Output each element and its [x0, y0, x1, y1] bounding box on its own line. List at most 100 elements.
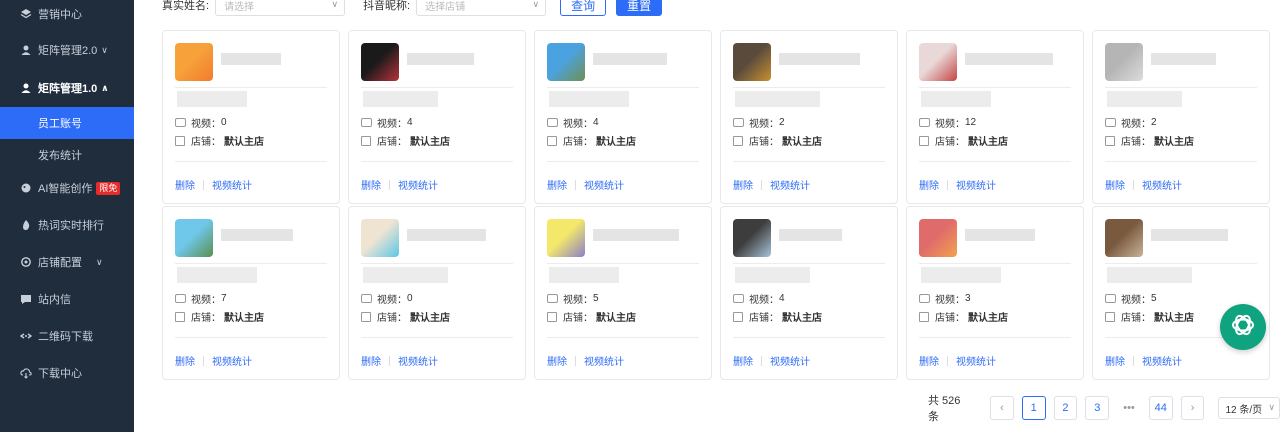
- account-card: 视频： 7 店铺： 默认主店 删除 视频统计: [162, 206, 340, 380]
- sidebar-item-matrix-2[interactable]: 矩阵管理2.0 ∨: [0, 32, 134, 68]
- shop-label: 店铺：: [1121, 313, 1151, 324]
- video-label: 视频：: [1121, 119, 1151, 130]
- video-count: 0: [221, 117, 227, 128]
- video-stats-link[interactable]: 视频统计: [212, 353, 252, 368]
- delete-link[interactable]: 删除: [919, 177, 939, 192]
- card-actions: 删除 视频统计: [175, 353, 252, 368]
- delete-link[interactable]: 删除: [919, 353, 939, 368]
- shop-name: 默认主店: [596, 137, 636, 148]
- free-badge: 限免: [96, 181, 121, 195]
- sidebar-item-label: 二维码下载: [38, 331, 93, 343]
- video-count-row: 视频： 4: [547, 115, 599, 130]
- delete-link[interactable]: 删除: [361, 177, 381, 192]
- shop-row: 店铺： 默认主店: [919, 133, 1008, 148]
- blurred-nickname: [221, 53, 281, 65]
- calendar-icon: [175, 135, 185, 146]
- card-actions: 删除 视频统计: [733, 353, 810, 368]
- avatar: [1105, 219, 1143, 257]
- blurred-account-id: [363, 267, 448, 283]
- blurred-nickname: [965, 229, 1035, 241]
- shop-row: 店铺： 默认主店: [1105, 133, 1194, 148]
- video-stats-link[interactable]: 视频统计: [584, 353, 624, 368]
- settings-icon: [20, 256, 32, 268]
- reset-button[interactable]: 重置: [616, 0, 663, 16]
- video-label: 视频：: [377, 119, 407, 130]
- sidebar-item-qrcode-download[interactable]: 二维码下载: [0, 318, 134, 354]
- calendar-icon: [733, 135, 743, 146]
- calendar-icon: [1105, 311, 1115, 322]
- card-actions: 删除 视频统计: [919, 177, 996, 192]
- page-1-button[interactable]: 1: [1021, 396, 1046, 420]
- delete-link[interactable]: 删除: [175, 177, 195, 192]
- delete-link[interactable]: 删除: [547, 177, 567, 192]
- ellipsis[interactable]: •••: [1117, 396, 1141, 420]
- chatgpt-assistant-button[interactable]: [1220, 304, 1266, 350]
- blurred-account-id: [735, 267, 810, 283]
- pagination: 共 526 条 ‹ 1 2 3 ••• 44 › 12 条/页 ∨: [928, 395, 1280, 423]
- video-icon: [175, 294, 186, 303]
- page-size-select[interactable]: 12 条/页 ∨: [1218, 397, 1280, 419]
- shop-name: 默认主店: [968, 137, 1008, 148]
- shop-row: 店铺： 默认主店: [547, 309, 636, 324]
- avatar: [547, 43, 585, 81]
- video-count-row: 视频： 0: [175, 115, 227, 130]
- calendar-icon: [361, 135, 371, 146]
- video-icon: [733, 294, 744, 303]
- page-44-button[interactable]: 44: [1148, 396, 1173, 420]
- sidebar-subitem-staff-accounts[interactable]: 员工账号: [0, 107, 134, 139]
- delete-link[interactable]: 删除: [175, 353, 195, 368]
- sidebar-item-ai-creation[interactable]: AI智能创作 限免: [0, 170, 134, 206]
- video-stats-link[interactable]: 视频统计: [956, 353, 996, 368]
- video-stats-link[interactable]: 视频统计: [770, 353, 810, 368]
- name-select[interactable]: 请选择 ∨: [215, 0, 346, 16]
- delete-link[interactable]: 删除: [547, 353, 567, 368]
- filter-bar: 真实姓名: 请选择 ∨ 抖音昵称: 选择店铺 ∨ 查询 重置: [162, 0, 663, 17]
- video-stats-link[interactable]: 视频统计: [398, 177, 438, 192]
- shop-row: 店铺： 默认主店: [919, 309, 1008, 324]
- sidebar-subitem-publish-stats[interactable]: 发布统计: [0, 139, 134, 171]
- account-card: 视频： 3 店铺： 默认主店 删除 视频统计: [906, 206, 1084, 380]
- nickname-select[interactable]: 选择店铺 ∨: [416, 0, 547, 16]
- video-label: 视频：: [1121, 295, 1151, 306]
- next-page-button[interactable]: ›: [1180, 396, 1205, 420]
- cloud-download-icon: [20, 367, 32, 379]
- prev-page-button[interactable]: ‹: [990, 396, 1014, 420]
- video-stats-link[interactable]: 视频统计: [770, 177, 810, 192]
- calendar-icon: [733, 311, 743, 322]
- query-button[interactable]: 查询: [560, 0, 607, 16]
- shop-label: 店铺：: [563, 137, 593, 148]
- sidebar-item-shop-config[interactable]: 店铺配置 ∨: [0, 244, 134, 280]
- shop-row: 店铺： 默认主店: [361, 309, 450, 324]
- video-stats-link[interactable]: 视频统计: [212, 177, 252, 192]
- delete-link[interactable]: 删除: [1105, 177, 1125, 192]
- sparkle-icon: [20, 182, 32, 194]
- video-stats-link[interactable]: 视频统计: [584, 177, 624, 192]
- sidebar-item-inbox[interactable]: 站内信: [0, 281, 134, 317]
- sidebar-item-label: 站内信: [38, 294, 71, 306]
- delete-link[interactable]: 删除: [733, 353, 753, 368]
- video-stats-link[interactable]: 视频统计: [398, 353, 438, 368]
- page-3-button[interactable]: 3: [1085, 396, 1110, 420]
- delete-link[interactable]: 删除: [733, 177, 753, 192]
- video-label: 视频：: [377, 295, 407, 306]
- video-count-row: 视频： 4: [733, 291, 785, 306]
- sidebar-item-matrix-1[interactable]: 矩阵管理1.0 ∧: [0, 70, 134, 106]
- avatar: [175, 43, 213, 81]
- card-actions: 删除 视频统计: [361, 353, 438, 368]
- shop-name: 默认主店: [410, 137, 450, 148]
- video-stats-link[interactable]: 视频统计: [1142, 353, 1182, 368]
- video-stats-link[interactable]: 视频统计: [956, 177, 996, 192]
- account-card: 视频： 4 店铺： 默认主店删除 视频统计: [534, 30, 712, 204]
- video-stats-link[interactable]: 视频统计: [1142, 177, 1182, 192]
- chevron-down-icon: ∨: [96, 256, 103, 267]
- video-icon: [361, 118, 372, 127]
- sidebar-item-marketing[interactable]: 营销中心: [0, 0, 134, 32]
- page-2-button[interactable]: 2: [1053, 396, 1078, 420]
- sidebar-item-hot-words[interactable]: 热词实时排行: [0, 207, 134, 243]
- blurred-account-id: [735, 91, 820, 107]
- sidebar-item-download-center[interactable]: 下载中心: [0, 355, 134, 391]
- delete-link[interactable]: 删除: [1105, 353, 1125, 368]
- calendar-icon: [547, 135, 557, 146]
- delete-link[interactable]: 删除: [361, 353, 381, 368]
- video-count: 2: [1151, 117, 1157, 128]
